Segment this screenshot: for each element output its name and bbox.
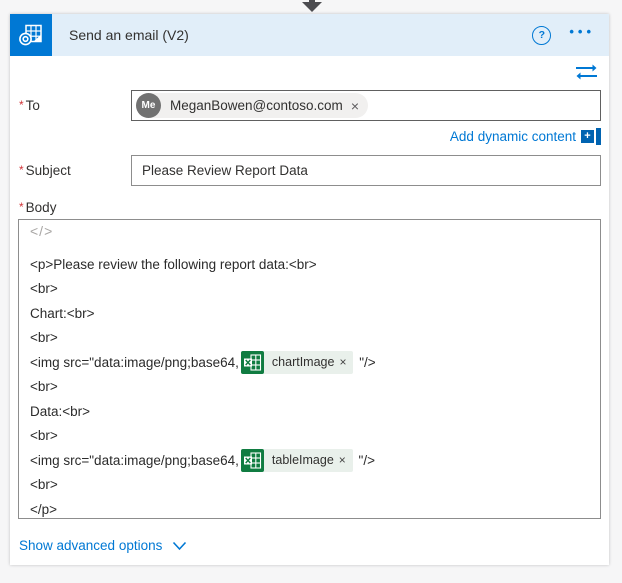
code-text: <img src="data:image/png;base64, (30, 452, 239, 468)
help-icon[interactable]: ? (532, 25, 552, 45)
action-card-body: * To Me MeganBowen@contoso.com × Add dyna… (10, 63, 609, 553)
body-code-content: <p>Please review the following report da… (30, 252, 590, 518)
body-input[interactable]: </> <p>Please review the following repor… (18, 219, 601, 519)
token-label: chartImage (271, 355, 335, 370)
required-marker: * (19, 200, 24, 214)
code-text: <br> (30, 428, 58, 444)
show-advanced-options-link[interactable]: Show advanced options (18, 538, 601, 553)
body-code-line: <br> (30, 473, 590, 498)
subject-input[interactable]: Please Review Report Data (131, 155, 601, 186)
remove-recipient-icon[interactable]: × (351, 99, 359, 113)
action-card-header[interactable]: Send an email (V2) ? ••• (10, 14, 609, 56)
body-code-line: <br> (30, 375, 590, 400)
action-title: Send an email (V2) (69, 27, 189, 43)
body-code-line: Data:<br> (30, 399, 590, 424)
ellipsis-menu-icon[interactable]: ••• (569, 25, 595, 43)
to-input[interactable]: Me MeganBowen@contoso.com × (131, 90, 601, 121)
body-code-line: <img src="data:image/png;base64, chartIm… (30, 350, 590, 375)
send-email-action-card: Send an email (V2) ? ••• * To Me MeganBo… (10, 14, 609, 565)
body-code-line: <img src="data:image/png;base64, tableIm… (30, 448, 590, 473)
code-text: "/> (354, 452, 375, 468)
to-field-label: * To (19, 98, 40, 113)
subject-field-label: * Subject (19, 163, 71, 178)
body-code-line: <p>Please review the following report da… (30, 252, 590, 277)
code-text: <br> (30, 379, 58, 395)
body-code-line: Chart:<br> (30, 301, 590, 326)
token-remove-icon[interactable]: × (339, 356, 353, 368)
body-field-label: * Body (19, 200, 57, 215)
code-text: <br> (30, 330, 58, 346)
body-code-line: </p> (30, 497, 590, 518)
code-text: <p>Please review the following report da… (30, 256, 317, 272)
code-text: <br> (30, 477, 58, 493)
add-dynamic-content-link[interactable]: Add dynamic content (450, 129, 576, 144)
dynamic-content-token[interactable]: tableImage × (240, 448, 353, 472)
switch-to-input-array-icon[interactable] (575, 63, 598, 84)
chevron-down-icon (172, 541, 187, 551)
recipient-email: MeganBowen@contoso.com (170, 98, 343, 113)
code-text: <img src="data:image/png;base64, (30, 354, 239, 370)
body-code-line: <br> (30, 424, 590, 449)
required-marker: * (19, 163, 24, 177)
code-text: "/> (355, 354, 376, 370)
recipient-avatar: Me (136, 93, 161, 118)
code-text: Data:<br> (30, 403, 91, 419)
flow-connector-arrow (302, 0, 322, 13)
excel-icon (240, 350, 264, 374)
body-code-line: <br> (30, 277, 590, 302)
required-marker: * (19, 98, 24, 112)
code-text: <br> (30, 281, 58, 297)
action-header-bar: Send an email (V2) ? ••• (52, 14, 609, 56)
excel-icon (240, 448, 264, 472)
dynamic-content-token[interactable]: chartImage × (240, 350, 354, 374)
subject-value: Please Review Report Data (142, 163, 308, 178)
add-dynamic-content-icon[interactable]: + (581, 127, 601, 145)
outlook-icon (10, 14, 52, 56)
token-label: tableImage (271, 453, 334, 468)
code-view-icon[interactable]: </> (30, 223, 590, 245)
body-code-line: <br> (30, 326, 590, 351)
token-remove-icon[interactable]: × (339, 454, 353, 466)
code-text: Chart:<br> (30, 305, 95, 321)
code-text: </p> (30, 501, 58, 517)
recipient-chip[interactable]: Me MeganBowen@contoso.com × (136, 93, 368, 118)
